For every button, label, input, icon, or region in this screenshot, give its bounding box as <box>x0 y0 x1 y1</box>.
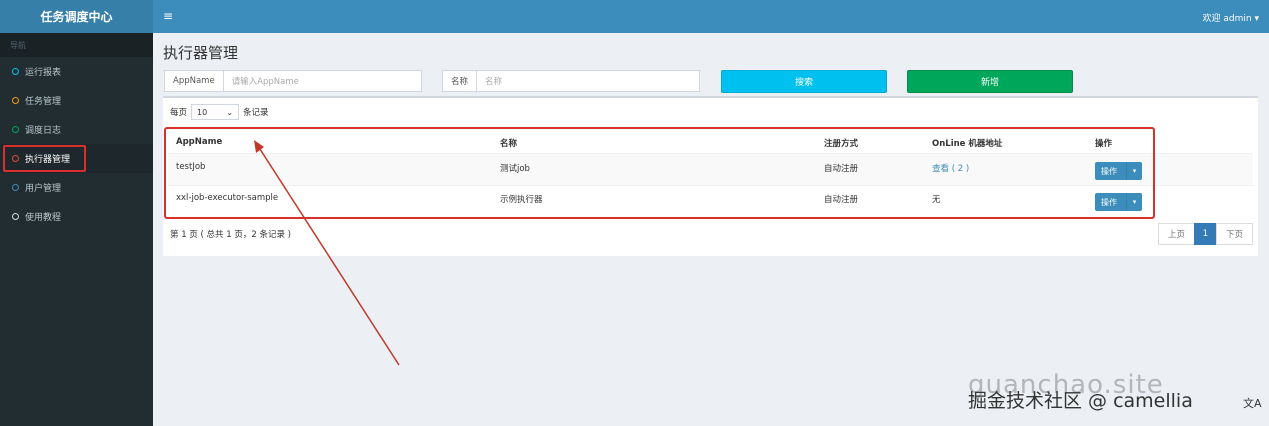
menu-toggle-icon[interactable]: ≡ <box>163 9 173 23</box>
page-size-select[interactable]: 10 ⌄ <box>191 104 240 120</box>
nav-section-label: 导航 <box>0 33 153 57</box>
sidebar-item-label: 任务管理 <box>25 97 62 107</box>
sidebar-item-reports[interactable]: 运行报表 <box>0 57 153 86</box>
caret-down-icon: ▾ <box>1254 14 1259 24</box>
user-menu-label: 欢迎 admin <box>1202 14 1252 24</box>
page-size-prefix: 每页 <box>170 108 188 118</box>
circle-icon <box>12 126 19 133</box>
sidebar-item-help[interactable]: 使用教程 <box>0 202 153 231</box>
sidebar-item-users[interactable]: 用户管理 <box>0 173 153 202</box>
sidebar-item-label: 调度日志 <box>25 126 62 136</box>
prev-page-button[interactable]: 上页 <box>1158 223 1195 245</box>
title-filter: 名称 名称 <box>442 70 700 92</box>
search-button[interactable]: 搜索 <box>721 70 887 93</box>
pagination: 上页 1 下页 <box>1158 223 1253 245</box>
chevron-down-icon: ⌄ <box>226 107 234 117</box>
table-highlight-box <box>164 127 1155 219</box>
add-button[interactable]: 新增 <box>907 70 1073 93</box>
sidebar-item-executors[interactable]: 执行器管理 <box>0 144 153 173</box>
circle-icon <box>12 97 19 104</box>
page-size-value: 10 <box>197 107 208 117</box>
pagination-summary: 第 1 页 ( 总共 1 页，2 条记录 ) <box>170 230 291 240</box>
sidebar-item-label: 用户管理 <box>25 184 62 194</box>
sidebar-item-jobs[interactable]: 任务管理 <box>0 86 153 115</box>
user-menu[interactable]: 欢迎 admin ▾ <box>1203 11 1259 24</box>
circle-icon <box>12 68 19 75</box>
appname-filter-label: AppName <box>165 71 224 91</box>
page-size-suffix: 条记录 <box>243 108 269 118</box>
page-1-button[interactable]: 1 <box>1194 223 1217 245</box>
page-size-control: 每页 10 ⌄ 条记录 <box>170 104 269 120</box>
sidebar: 任务调度中心 导航 运行报表 任务管理 调度日志 执行器管理 用户管理 使用教程 <box>0 0 153 426</box>
title-filter-label: 名称 <box>443 71 478 91</box>
highlight-box <box>3 145 86 172</box>
appname-input[interactable]: 请输入AppName <box>224 71 307 91</box>
top-navbar: ≡ 欢迎 admin ▾ <box>153 0 1269 33</box>
page-title: 执行器管理 <box>163 44 239 62</box>
circle-icon <box>12 213 19 220</box>
translate-icon[interactable]: 文A <box>1243 395 1262 411</box>
next-page-button[interactable]: 下页 <box>1216 223 1253 245</box>
sidebar-item-logs[interactable]: 调度日志 <box>0 115 153 144</box>
circle-icon <box>12 184 19 191</box>
title-input[interactable]: 名称 <box>477 71 510 91</box>
watermark-front: 掘金技术社区 @ camellia <box>968 390 1193 412</box>
appname-filter: AppName 请输入AppName <box>164 70 422 92</box>
sidebar-item-label: 使用教程 <box>25 213 62 223</box>
app-logo[interactable]: 任务调度中心 <box>0 0 153 33</box>
sidebar-item-label: 运行报表 <box>25 68 62 78</box>
